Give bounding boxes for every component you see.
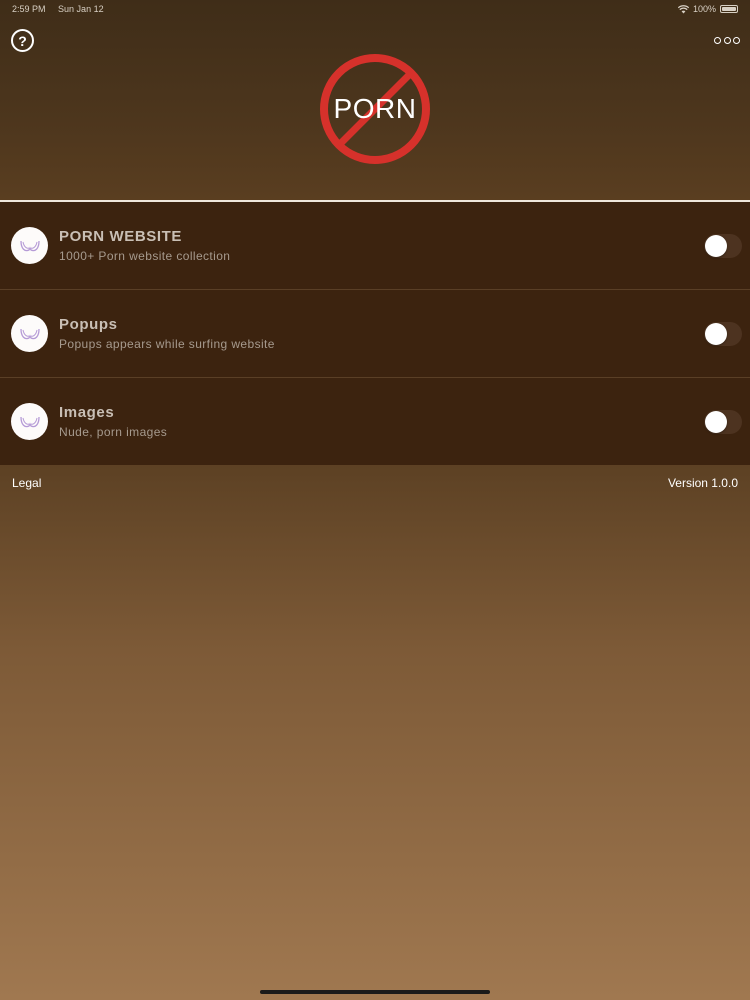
setting-subtitle: Nude, porn images bbox=[59, 425, 168, 439]
question-circle-icon: ? bbox=[18, 32, 27, 49]
prohibited-sign-icon bbox=[320, 54, 430, 164]
toggle-knob bbox=[705, 323, 727, 345]
footer: Legal Version 1.0.0 bbox=[0, 476, 750, 494]
setting-row-porn-website: PORN WEBSITE 1000+ Porn website collecti… bbox=[0, 202, 750, 290]
header: 2:59 PM Sun Jan 12 100% ? PORN bbox=[0, 0, 750, 201]
status-bar: 2:59 PM Sun Jan 12 100% bbox=[0, 0, 750, 18]
images-toggle[interactable] bbox=[704, 410, 742, 434]
setting-subtitle: 1000+ Porn website collection bbox=[59, 249, 231, 263]
wifi-icon bbox=[677, 4, 689, 13]
settings-list: PORN WEBSITE 1000+ Porn website collecti… bbox=[0, 202, 750, 465]
more-dot-icon bbox=[723, 36, 731, 44]
setting-subtitle: Popups appears while surfing website bbox=[59, 337, 275, 351]
setting-title: Popups bbox=[59, 316, 118, 333]
toggle-knob bbox=[705, 235, 727, 257]
version-label: Version 1.0.0 bbox=[667, 476, 738, 490]
more-options-button[interactable] bbox=[714, 35, 740, 45]
home-indicator[interactable] bbox=[260, 990, 490, 994]
help-button[interactable]: ? bbox=[11, 29, 34, 52]
bra-icon bbox=[11, 227, 48, 264]
status-time: 2:59 PM bbox=[12, 4, 46, 14]
battery-icon bbox=[720, 5, 738, 13]
status-date: Sun Jan 12 bbox=[58, 4, 104, 14]
more-dot-icon bbox=[714, 36, 721, 44]
battery-percent: 100% bbox=[692, 4, 716, 14]
setting-row-popups: Popups Popups appears while surfing webs… bbox=[0, 290, 750, 378]
porn-website-toggle[interactable] bbox=[704, 234, 742, 258]
setting-row-images: Images Nude, porn images bbox=[0, 378, 750, 465]
setting-title: Images bbox=[59, 404, 115, 421]
popups-toggle[interactable] bbox=[704, 322, 742, 346]
bra-icon bbox=[11, 315, 48, 352]
bra-icon bbox=[11, 403, 48, 440]
legal-link[interactable]: Legal bbox=[12, 476, 41, 490]
more-dot-icon bbox=[733, 36, 740, 44]
setting-title: PORN WEBSITE bbox=[59, 228, 183, 245]
toggle-knob bbox=[705, 411, 727, 433]
logo: PORN bbox=[318, 52, 432, 166]
